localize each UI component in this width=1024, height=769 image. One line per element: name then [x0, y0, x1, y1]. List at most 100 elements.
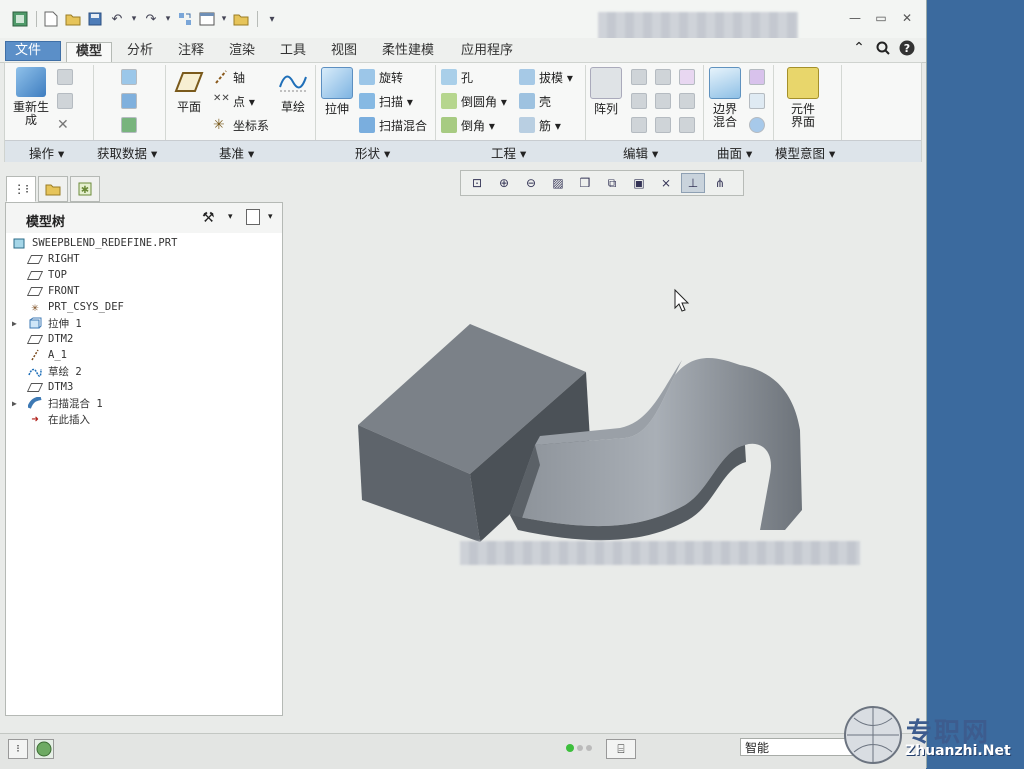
zoom-in-icon[interactable]: ⊕ [492, 173, 516, 193]
intersect-icon[interactable] [631, 117, 647, 133]
expand-arrow-icon[interactable]: ▶ [12, 399, 17, 408]
group-engineering[interactable]: 工程 ▾ [491, 143, 526, 162]
minimize-ribbon-icon[interactable]: ⌃ [850, 39, 868, 57]
maximize-icon[interactable]: ▭ [872, 10, 890, 26]
draft-button[interactable]: 拔模 ▾ [519, 67, 573, 87]
save-icon[interactable] [85, 9, 105, 29]
group-get-data[interactable]: 获取数据 ▾ [97, 143, 157, 162]
merge-icon[interactable] [631, 93, 647, 109]
tree-item[interactable]: ▶ 拉伸 1 [12, 315, 82, 331]
sweep-button[interactable]: 扫描 ▾ [359, 91, 413, 111]
file-menu-tab[interactable]: 文件 ▾ [5, 41, 61, 76]
close-window-folder-icon[interactable] [231, 9, 251, 29]
round-button[interactable]: 倒圆角 ▾ [441, 91, 507, 111]
zoom-out-icon[interactable]: ⊖ [519, 173, 543, 193]
plane-button[interactable]: 平面 [171, 67, 207, 114]
fill-icon[interactable] [749, 93, 765, 109]
group-datum[interactable]: 基准 ▾ [219, 143, 254, 162]
folder-browser-tab-icon[interactable] [38, 176, 68, 202]
group-model-intent[interactable]: 模型意图 ▾ [775, 143, 835, 162]
group-operations[interactable]: 操作 ▾ [29, 143, 64, 162]
browser-toggle-icon[interactable] [34, 739, 54, 759]
display-style-icon[interactable]: ❒ [573, 173, 597, 193]
close-icon[interactable]: ✕ [898, 10, 916, 26]
refit-icon[interactable]: ⊡ [465, 173, 489, 193]
saved-orientations-icon[interactable]: ⧉ [600, 173, 624, 193]
undo-dropdown-icon[interactable]: ▾ [129, 9, 139, 29]
search-icon[interactable] [874, 39, 892, 57]
revolve-button[interactable]: 旋转 [359, 67, 403, 87]
tab-tools[interactable]: 工具 [271, 42, 315, 62]
tab-view[interactable]: 视图 [322, 42, 366, 62]
graphics-window[interactable] [290, 200, 920, 730]
rib-button[interactable]: 筋 ▾ [519, 115, 561, 135]
tab-analysis[interactable]: 分析 [118, 42, 162, 62]
hole-button[interactable]: 孔 [441, 67, 473, 87]
tab-model[interactable]: 模型 [66, 42, 113, 62]
trim-icon[interactable] [655, 93, 671, 109]
tree-item[interactable]: DTM2 [26, 331, 73, 347]
user-defined-feature-icon[interactable] [121, 69, 137, 85]
csys-button[interactable]: ✳ 坐标系 [213, 115, 269, 135]
tab-flexible-modeling[interactable]: 柔性建模 [373, 42, 443, 62]
datum-display-icon[interactable]: ⨯ [654, 173, 678, 193]
group-shapes[interactable]: 形状 ▾ [355, 143, 390, 162]
app-icon[interactable] [10, 9, 30, 29]
project-icon[interactable] [679, 69, 695, 85]
windows-dropdown-icon[interactable]: ▾ [219, 9, 229, 29]
minimize-icon[interactable]: — [846, 10, 864, 26]
tree-item[interactable]: ➜ 在此插入 [28, 411, 90, 427]
tab-annotate[interactable]: 注释 [169, 42, 213, 62]
show-columns-icon[interactable] [246, 209, 260, 225]
boundary-blend-button[interactable]: 边界混合 [705, 67, 745, 129]
tab-render[interactable]: 渲染 [220, 42, 264, 62]
regenerate-button[interactable]: 重新生成 [9, 67, 53, 127]
navigator-toggle-icon[interactable]: ⁝ [8, 739, 28, 759]
show-dropdown-icon[interactable]: ▾ [268, 212, 273, 222]
tree-settings-icon[interactable]: ⚒ [202, 210, 215, 226]
view-manager-icon[interactable]: ▣ [627, 173, 651, 193]
component-interface-button[interactable]: 元件界面 [783, 67, 823, 129]
tree-item[interactable]: TOP [26, 267, 67, 283]
tree-item[interactable]: 草绘 2 [28, 363, 82, 379]
style-icon[interactable] [749, 69, 765, 85]
solidify-icon[interactable] [679, 117, 695, 133]
shrinkwrap-icon[interactable] [121, 117, 137, 133]
open-folder-icon[interactable] [63, 9, 83, 29]
group-surfaces[interactable]: 曲面 ▾ [717, 143, 752, 162]
undo-icon[interactable]: ↶ [107, 9, 127, 29]
tree-settings-dropdown-icon[interactable]: ▾ [228, 212, 233, 222]
tree-item[interactable]: SWEEPBLEND_REDEFINE.PRT [12, 235, 177, 251]
shell-button[interactable]: 壳 [519, 91, 551, 111]
thicken-icon[interactable] [679, 93, 695, 109]
tree-item[interactable]: DTM3 [26, 379, 73, 395]
find-icon[interactable]: ⌸ [606, 739, 636, 759]
redo-icon[interactable]: ↷ [141, 9, 161, 29]
chamfer-button[interactable]: 倒角 ▾ [441, 115, 495, 135]
new-file-icon[interactable] [41, 9, 61, 29]
sweep-blend-button[interactable]: 扫描混合 [359, 115, 427, 135]
customize-toolbar-icon[interactable]: ▾ [262, 9, 282, 29]
paste-icon[interactable] [57, 93, 73, 109]
sketch-button[interactable]: 草绘 [275, 67, 311, 114]
tree-item[interactable]: RIGHT [26, 251, 80, 267]
tab-applications[interactable]: 应用程序 [452, 42, 522, 62]
tree-item[interactable]: ✳ PRT_CSYS_DEF [28, 299, 123, 315]
offset-icon[interactable] [655, 117, 671, 133]
copy-icon[interactable] [57, 69, 73, 85]
windows-icon[interactable] [197, 9, 217, 29]
copy-geometry-icon[interactable] [121, 93, 137, 109]
mirror-icon[interactable] [631, 69, 647, 85]
pattern-button[interactable]: 阵列 [589, 67, 623, 116]
model-tree-tab-icon[interactable]: ⋮⁝ [6, 176, 36, 202]
group-editing[interactable]: 编辑 ▾ [623, 143, 658, 162]
extrude-button[interactable]: 拉伸 [319, 67, 355, 116]
tree-item[interactable]: A_1 [28, 347, 67, 363]
annotation-display-icon[interactable]: ⋔ [708, 173, 732, 193]
favorites-tab-icon[interactable]: ✱ [70, 176, 100, 202]
spin-center-icon[interactable]: ⊥ [681, 173, 705, 193]
help-icon[interactable]: ? [898, 39, 916, 57]
regenerate-small-icon[interactable] [175, 9, 195, 29]
freestyle-icon[interactable] [749, 117, 765, 133]
expand-arrow-icon[interactable]: ▶ [12, 319, 17, 328]
